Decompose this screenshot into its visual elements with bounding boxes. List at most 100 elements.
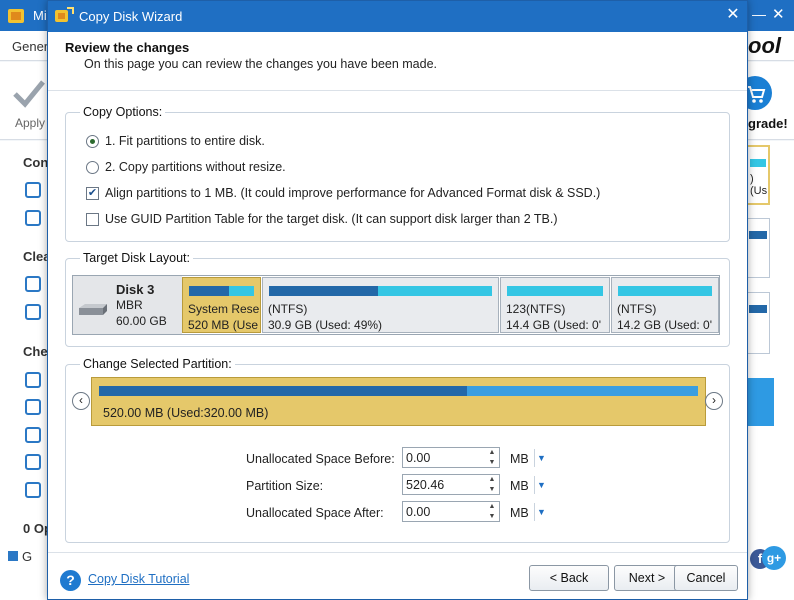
next-partition-arrow-icon[interactable]: ›: [705, 392, 723, 410]
next-button[interactable]: Next >: [614, 565, 680, 591]
brand-logo: ool: [748, 33, 781, 58]
partition-size: 14.2 GB (Used: 0': [617, 318, 713, 332]
copy-disk-tutorial-link[interactable]: Copy Disk Tutorial: [88, 572, 189, 586]
copy-without-resize-label: 2. Copy partitions without resize.: [105, 160, 286, 174]
right-panel-bar: [750, 159, 766, 167]
fit-partitions-option[interactable]: 1. Fit partitions to entire disk.: [86, 132, 265, 150]
partition-size-spinner[interactable]: ▲ ▼: [485, 474, 500, 495]
spin-up-icon[interactable]: ▲: [485, 502, 499, 512]
disk-capacity: 60.00 GB: [116, 314, 167, 328]
menu-general[interactable]: Gener: [12, 39, 48, 54]
wizard-icon: [55, 7, 74, 22]
unit-dropdown-icon[interactable]: ▼: [534, 449, 548, 467]
use-gpt-checkbox[interactable]: [86, 212, 99, 226]
copy-without-resize-radio[interactable]: [86, 160, 99, 174]
partition-block-ntfs-last[interactable]: (NTFS) 14.2 GB (Used: 0': [611, 277, 719, 333]
partition-label: (NTFS): [617, 302, 657, 316]
back-button[interactable]: < Back: [529, 565, 609, 591]
pending-operation-item: G: [8, 549, 32, 564]
disk-map: Disk 3 MBR 60.00 GB System Rese 520 MB (…: [72, 275, 720, 335]
partition-block-ntfs[interactable]: (NTFS) 30.9 GB (Used: 49%): [262, 277, 499, 333]
disk-partition-style: MBR: [116, 298, 143, 312]
dialog-title: Copy Disk Wizard: [79, 9, 183, 24]
fit-partitions-radio[interactable]: [86, 134, 99, 148]
app-logo-icon: [8, 9, 24, 23]
partition-usage-bar: [618, 286, 712, 296]
align-1mb-option[interactable]: ✔ Align partitions to 1 MB. (It could im…: [86, 184, 600, 202]
unallocated-before-input[interactable]: [402, 447, 486, 468]
dialog-close-icon[interactable]: ✕: [724, 6, 742, 24]
sidebar-delete-icon[interactable]: [25, 304, 41, 320]
page-title: Review the changes: [65, 40, 190, 55]
minimize-icon[interactable]: —: [752, 6, 766, 22]
sidebar-section-check: Che: [23, 344, 48, 359]
right-panel-card[interactable]: [746, 292, 770, 354]
partition-usage-bar: [269, 286, 492, 296]
previous-partition-arrow-icon[interactable]: ‹: [72, 392, 90, 410]
wizard-header: Review the changes On this page you can …: [48, 32, 747, 91]
copy-without-resize-option[interactable]: 2. Copy partitions without resize.: [86, 158, 286, 176]
close-icon[interactable]: ✕: [772, 5, 785, 23]
partition-resize-bar[interactable]: 520.00 MB (Used:320.00 MB): [91, 377, 706, 426]
cancel-button[interactable]: Cancel: [674, 565, 738, 591]
partition-size: 520 MB (Use: [188, 318, 259, 332]
spin-up-icon[interactable]: ▲: [485, 475, 499, 485]
apply-check-icon[interactable]: [12, 78, 46, 108]
use-gpt-label: Use GUID Partition Table for the target …: [105, 212, 558, 226]
sidebar-wipe-icon[interactable]: [25, 276, 41, 292]
partition-size: 14.4 GB (Used: 0': [506, 318, 602, 332]
sidebar-disk-icon[interactable]: [25, 182, 41, 198]
help-icon[interactable]: ?: [60, 570, 81, 591]
spin-down-icon[interactable]: ▼: [485, 485, 499, 495]
pending-operation-label: G: [22, 549, 33, 564]
sidebar-list-icon[interactable]: [25, 482, 41, 498]
fit-partitions-label: 1. Fit partitions to entire disk.: [105, 134, 265, 148]
spin-down-icon[interactable]: ▼: [485, 512, 499, 522]
partition-block-123[interactable]: 123(NTFS) 14.4 GB (Used: 0': [500, 277, 610, 333]
partition-block-system-reserved[interactable]: System Rese 520 MB (Use: [182, 277, 261, 333]
sidebar-tools-icon[interactable]: [25, 399, 41, 415]
partition-resize-summary: 520.00 MB (Used:320.00 MB): [103, 406, 269, 420]
apply-button[interactable]: Apply: [15, 116, 45, 130]
partition-resize-track: [99, 386, 698, 396]
unit-dropdown-icon[interactable]: ▼: [534, 476, 548, 494]
unallocated-after-label: Unallocated Space After:: [246, 506, 384, 520]
google-plus-icon[interactable]: g+: [762, 546, 786, 570]
right-panel-card-selected[interactable]: ) (Us: [746, 145, 770, 205]
sidebar-properties-icon[interactable]: [25, 427, 41, 443]
right-panel-card[interactable]: [746, 218, 770, 278]
unallocated-after-unit: MB: [510, 506, 529, 520]
background-right-panel: [746, 141, 794, 600]
partition-label: 123(NTFS): [506, 302, 566, 316]
align-1mb-checkbox[interactable]: ✔: [86, 186, 99, 200]
upgrade-button[interactable]: grade!: [748, 116, 788, 131]
right-panel-fragment: (Us: [750, 185, 768, 197]
partition-used-fill: [269, 286, 379, 296]
partition-size-input[interactable]: [402, 474, 486, 495]
partition-usage-bar: [507, 286, 603, 296]
disk-info[interactable]: Disk 3 MBR 60.00 GB: [73, 276, 182, 334]
partition-label: System Rese: [188, 302, 260, 316]
unallocated-before-spinner[interactable]: ▲ ▼: [485, 447, 500, 468]
social-icons: f g+: [746, 545, 794, 600]
spin-up-icon[interactable]: ▲: [485, 448, 499, 458]
partition-size-unit: MB: [510, 479, 529, 493]
sidebar-surface-icon[interactable]: [25, 454, 41, 470]
page-subtitle: On this page you can review the changes …: [84, 57, 438, 71]
partition-label: (NTFS): [268, 302, 308, 316]
unit-dropdown-icon[interactable]: ▼: [534, 503, 548, 521]
use-gpt-option[interactable]: Use GUID Partition Table for the target …: [86, 210, 558, 228]
hard-disk-icon: [79, 304, 107, 315]
background-window-title: Mi: [33, 8, 47, 23]
partition-resize-used-fill: [99, 386, 468, 396]
sidebar-align-icon[interactable]: [25, 372, 41, 388]
unallocated-before-unit: MB: [510, 452, 529, 466]
copy-disk-wizard-dialog: Copy Disk Wizard ✕ Review the changes On…: [47, 0, 748, 600]
right-panel-selected-row[interactable]: [746, 378, 774, 426]
unallocated-after-spinner[interactable]: ▲ ▼: [485, 501, 500, 522]
spin-down-icon[interactable]: ▼: [485, 458, 499, 468]
unallocated-after-input[interactable]: [402, 501, 486, 522]
sidebar-migrate-icon[interactable]: [25, 210, 41, 226]
dialog-titlebar: Copy Disk Wizard ✕: [48, 1, 747, 32]
align-1mb-label: Align partitions to 1 MB. (It could impr…: [105, 186, 601, 200]
